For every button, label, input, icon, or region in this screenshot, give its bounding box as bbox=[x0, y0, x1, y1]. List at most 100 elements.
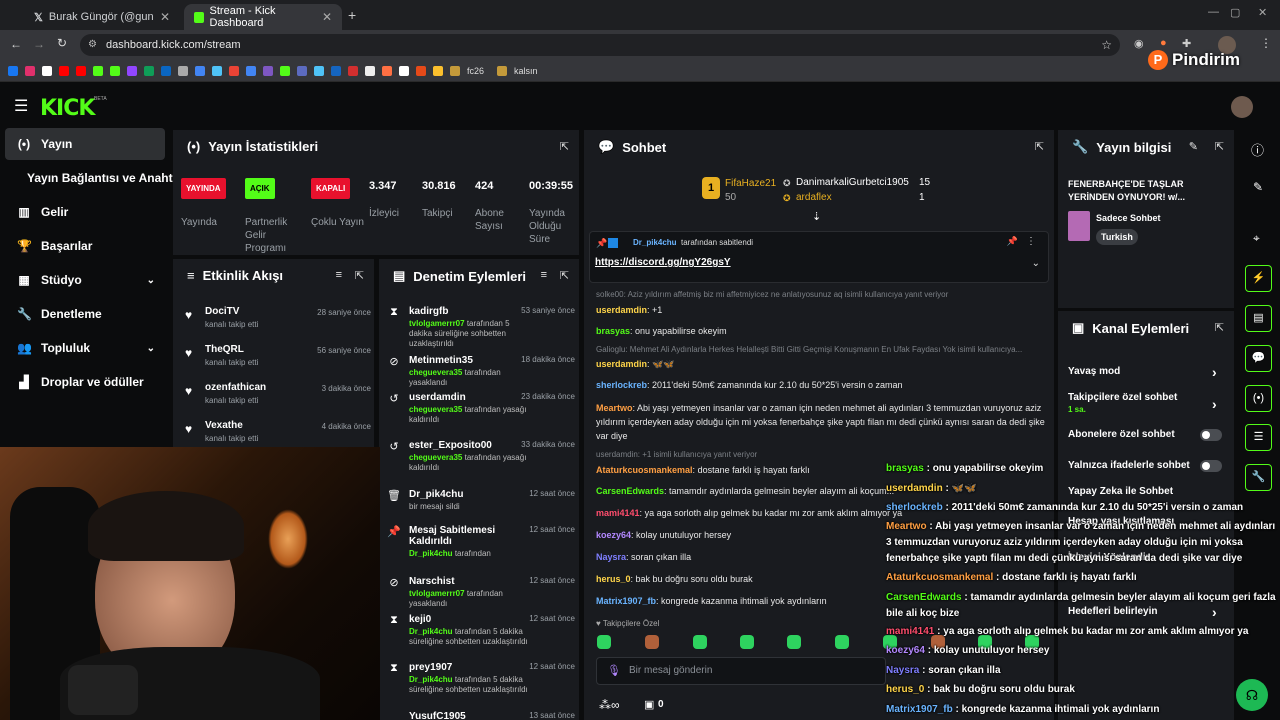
menu-dots-icon[interactable]: ⋮ bbox=[1260, 36, 1272, 50]
sidebar-item-1[interactable]: Yayın Bağlantısı ve Anahtarı bbox=[5, 162, 187, 194]
docs-icon[interactable] bbox=[246, 65, 256, 76]
user-avatar[interactable] bbox=[1231, 96, 1253, 118]
moderation-target[interactable]: Metinmetin35 bbox=[409, 355, 529, 366]
moderation-target[interactable]: Narschist bbox=[409, 576, 529, 587]
moderator-name[interactable]: Dr_pik4chu bbox=[409, 675, 453, 684]
toggle-switch[interactable] bbox=[1200, 429, 1222, 441]
sidebar-item-4[interactable]: ▦ Stüdyo ⌄ bbox=[5, 264, 165, 296]
chat-username[interactable]: herus_0 bbox=[596, 574, 631, 584]
bookmark-icon[interactable] bbox=[263, 65, 273, 76]
tag-chip[interactable]: Turkish bbox=[1096, 229, 1138, 245]
chat-username[interactable]: Ataturkcuosmankemal bbox=[596, 465, 693, 475]
moderation-target[interactable]: userdamdin bbox=[409, 392, 529, 403]
drop-icon[interactable] bbox=[93, 65, 103, 76]
bookmark-icon[interactable] bbox=[229, 65, 239, 76]
lightning-button[interactable]: ⚡ bbox=[1245, 265, 1272, 292]
moderation-target[interactable]: kadirgfb bbox=[409, 306, 529, 317]
chat-username[interactable]: userdamdin bbox=[596, 305, 647, 315]
moderation-target[interactable]: Dr_pik4chu bbox=[409, 489, 529, 500]
reload-icon[interactable]: ↻ bbox=[57, 36, 67, 50]
emote-icon[interactable] bbox=[693, 635, 707, 649]
info-icon[interactable]: ⓘ bbox=[1251, 140, 1264, 159]
popout-icon[interactable]: ⇱ bbox=[1215, 140, 1224, 153]
emote-icon[interactable] bbox=[787, 635, 801, 649]
bookmark-icon[interactable] bbox=[416, 65, 426, 76]
moderation-target[interactable]: prey1907 bbox=[409, 662, 529, 673]
channel-action-1[interactable]: Takipçilere özel sohbet 1 sa. › bbox=[1068, 392, 1218, 414]
activity-username[interactable]: DociTV bbox=[205, 306, 239, 317]
pinned-by[interactable]: Dr_pik4chu bbox=[633, 238, 677, 247]
moderator-name[interactable]: cheguevera35 bbox=[409, 368, 462, 377]
moderation-target[interactable]: ester_Exposito00 bbox=[409, 440, 529, 451]
x-icon[interactable] bbox=[42, 65, 52, 76]
moderation-target[interactable]: YusufC1905 bbox=[409, 711, 529, 720]
popout-icon[interactable]: ⇱ bbox=[1035, 140, 1044, 153]
sheets-icon[interactable] bbox=[144, 65, 154, 76]
unpin-icon[interactable]: 📌 bbox=[1007, 236, 1018, 247]
emote-icon[interactable] bbox=[835, 635, 849, 649]
moderator-name[interactable]: cheguevera35 bbox=[409, 405, 462, 414]
channel-action-2[interactable]: Abonelere özel sohbet bbox=[1068, 429, 1222, 441]
bookmark-icon[interactable] bbox=[348, 65, 358, 76]
window-close-icon[interactable]: ✕ bbox=[1258, 6, 1267, 19]
bookmark-icon[interactable] bbox=[212, 65, 222, 76]
bookmark-icon[interactable] bbox=[433, 65, 443, 76]
bookmark-icon[interactable] bbox=[365, 65, 375, 76]
edit-icon[interactable]: ✎ bbox=[1253, 180, 1263, 194]
new-tab-icon[interactable]: + bbox=[348, 7, 356, 23]
facebook-icon[interactable] bbox=[8, 65, 18, 76]
channel-action-0[interactable]: Yavaş mod › bbox=[1068, 364, 1218, 380]
url-field[interactable]: ⚙ dashboard.kick.com/stream ☆ bbox=[80, 34, 1120, 56]
emote-icon[interactable] bbox=[740, 635, 754, 649]
sidebar-item-3[interactable]: 🏆 Başarılar bbox=[5, 230, 165, 262]
layout-button[interactable]: ☰ bbox=[1245, 424, 1272, 451]
instagram-icon[interactable] bbox=[25, 65, 35, 76]
microphone-icon[interactable]: 🎙 bbox=[607, 664, 621, 677]
chat-username[interactable]: Matrix1907_fb bbox=[596, 596, 656, 606]
popout-icon[interactable]: ⇱ bbox=[560, 140, 569, 153]
hamburger-menu-icon[interactable]: ☰ bbox=[14, 96, 28, 116]
bookmark-icon[interactable] bbox=[382, 65, 392, 76]
bookmark-icon[interactable] bbox=[195, 65, 205, 76]
broadcast-button[interactable]: (•) bbox=[1245, 385, 1272, 412]
moderator-name[interactable]: Dr_pik4chu bbox=[409, 627, 453, 636]
close-icon[interactable]: ✕ bbox=[160, 10, 170, 24]
chat-username[interactable]: koezy64 bbox=[596, 530, 631, 540]
bookmark-icon[interactable] bbox=[331, 65, 341, 76]
bookmark-icon[interactable] bbox=[178, 65, 188, 76]
chevron-down-icon[interactable]: ⌄ bbox=[1032, 258, 1040, 269]
chat-username[interactable]: Naysra bbox=[596, 552, 626, 562]
browser-tab-kick[interactable]: Stream - Kick Dashboard ✕ bbox=[184, 4, 342, 30]
chat-button[interactable]: 💬 bbox=[1245, 345, 1272, 372]
back-icon[interactable]: ← bbox=[10, 37, 22, 51]
popout-icon[interactable]: ⇱ bbox=[1215, 321, 1224, 334]
emote-icon[interactable] bbox=[645, 635, 659, 649]
bookmark-folder-kalsin[interactable]: kalsın bbox=[514, 66, 538, 76]
moderation-target[interactable]: Mesaj Sabitlemesi Kaldırıldı bbox=[409, 525, 529, 547]
youtube-icon[interactable] bbox=[59, 65, 69, 76]
bookmark-icon[interactable] bbox=[314, 65, 324, 76]
sidebar-item-2[interactable]: ▥ Gelir bbox=[5, 196, 165, 228]
crop-icon[interactable]: ⌖ bbox=[1253, 231, 1260, 246]
sidebar-item-0[interactable]: (•) Yayın bbox=[5, 128, 165, 160]
kick-icon[interactable] bbox=[110, 65, 120, 76]
twitch-icon[interactable] bbox=[127, 65, 137, 76]
filter-icon[interactable]: ≡ bbox=[541, 269, 547, 281]
browser-tab-twitter[interactable]: 𝕏 Burak Güngör (@gungorburak) ✕ bbox=[24, 4, 180, 30]
extension-icon[interactable]: ◉ bbox=[1134, 37, 1144, 50]
more-options-icon[interactable]: ⋮ bbox=[1026, 236, 1036, 247]
bookmark-icon[interactable] bbox=[280, 65, 290, 76]
emote-icon[interactable] bbox=[597, 635, 611, 649]
chat-username[interactable]: CarsenEdwards bbox=[596, 486, 664, 496]
kick-logo[interactable]: KICK bbox=[40, 96, 95, 121]
popout-icon[interactable]: ⇱ bbox=[560, 269, 569, 282]
gift-icon[interactable]: ▣ bbox=[644, 698, 654, 711]
chat-username[interactable]: userdamdin bbox=[596, 359, 647, 369]
forward-icon[interactable]: → bbox=[33, 37, 45, 51]
activity-username[interactable]: TheQRL bbox=[205, 344, 244, 355]
minimize-icon[interactable]: — bbox=[1208, 6, 1219, 18]
chat-username[interactable]: Meartwo bbox=[596, 403, 633, 413]
moderator-name[interactable]: tvlolgamerrr07 bbox=[409, 589, 465, 598]
moderator-name[interactable]: Dr_pik4chu bbox=[409, 549, 453, 558]
filter-icon[interactable]: ≡ bbox=[336, 269, 342, 281]
